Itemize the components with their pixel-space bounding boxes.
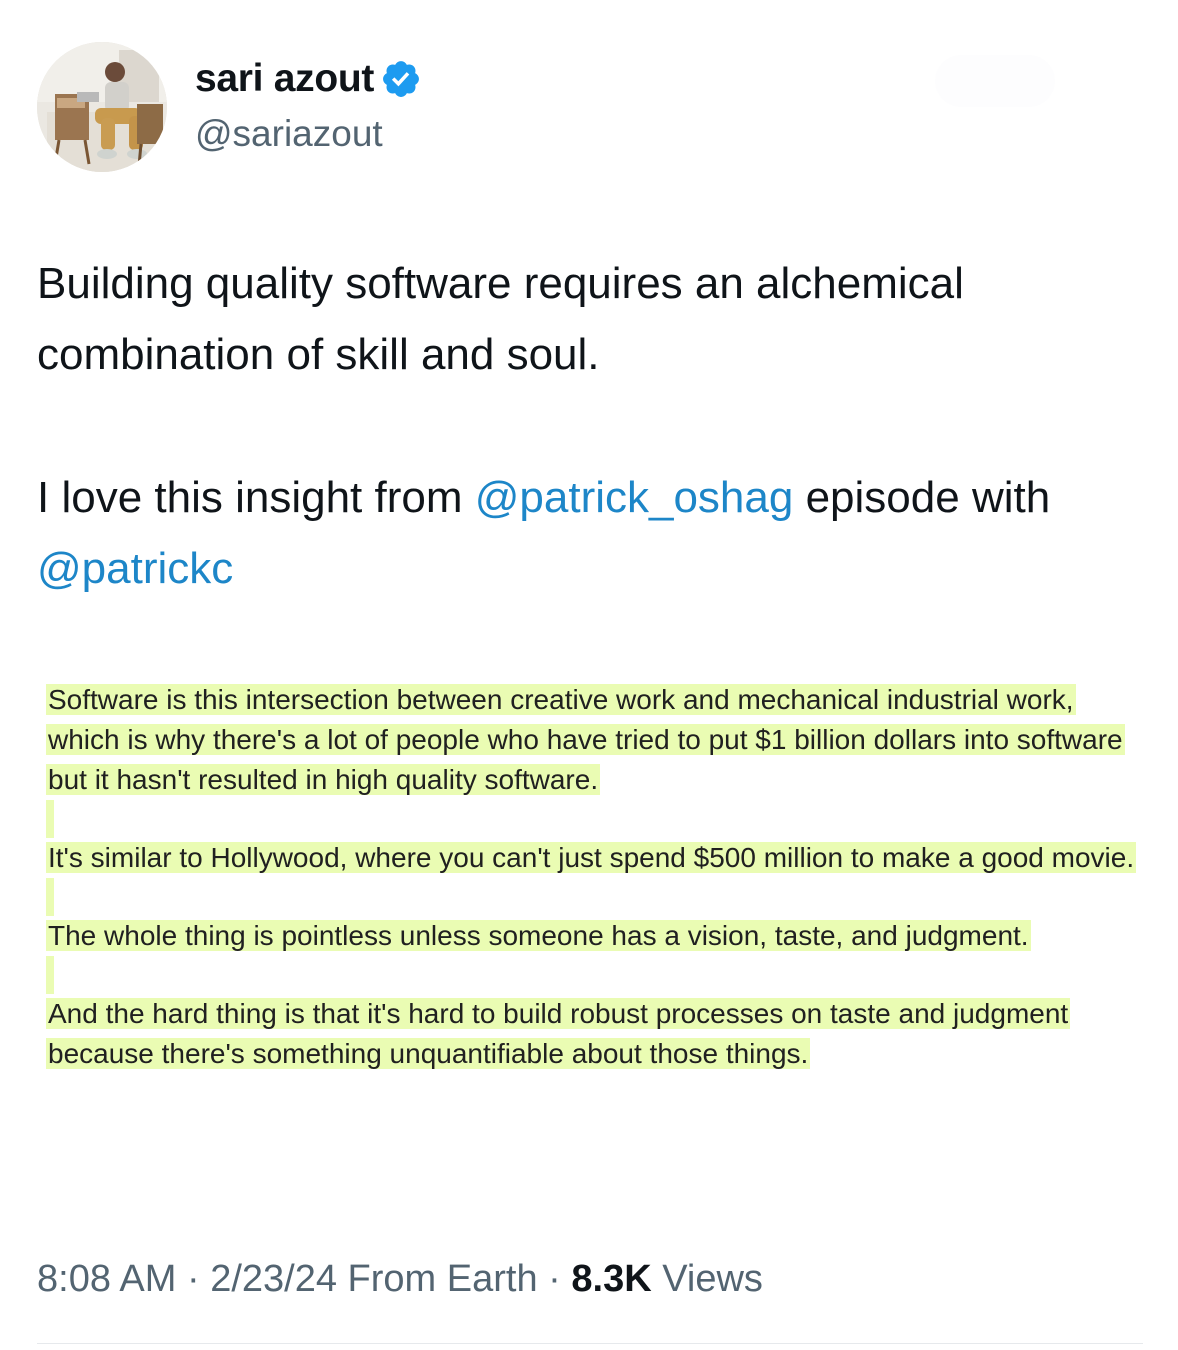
quote-paragraph: The whole thing is pointless unless some… bbox=[46, 916, 1146, 956]
tweet-time[interactable]: 8:08 AM bbox=[37, 1258, 176, 1300]
tweet-date[interactable]: 2/23/24 bbox=[210, 1258, 337, 1300]
avatar-photo bbox=[37, 42, 167, 172]
highlight-gap bbox=[46, 956, 54, 994]
quote-text: Software is this intersection between cr… bbox=[46, 684, 1125, 795]
mention-link-patrick-oshag[interactable]: @patrick_oshag bbox=[475, 473, 794, 522]
quote-image[interactable]: Software is this intersection between cr… bbox=[46, 680, 1146, 1074]
meta-separator: · bbox=[537, 1258, 572, 1300]
tweet-detail: sari azout @sariazout Building quality s… bbox=[0, 0, 1178, 1350]
quote-paragraph: Software is this intersection between cr… bbox=[46, 680, 1146, 800]
avatar[interactable] bbox=[37, 42, 167, 172]
tweet-paragraph-2: I love this insight from @patrick_oshag … bbox=[37, 462, 1147, 604]
highlight-gap bbox=[46, 800, 54, 838]
mention-link-patrickc[interactable]: @patrickc bbox=[37, 544, 233, 593]
views-label: Views bbox=[651, 1258, 763, 1300]
tweet-paragraph-1: Building quality software requires an al… bbox=[37, 259, 964, 379]
divider bbox=[37, 1343, 1143, 1344]
display-name[interactable]: sari azout bbox=[195, 57, 422, 101]
tweet-location: From Earth bbox=[337, 1258, 538, 1300]
user-handle[interactable]: @sariazout bbox=[195, 113, 383, 155]
tweet-text-segment: I love this insight from bbox=[37, 473, 475, 522]
tweet-metadata: 8:08 AM · 2/23/24 From Earth · 8.3K View… bbox=[37, 1258, 763, 1301]
views-count[interactable]: 8.3K bbox=[571, 1258, 651, 1300]
tweet-text-segment: episode with bbox=[793, 473, 1051, 522]
quote-text: The whole thing is pointless unless some… bbox=[46, 920, 1031, 951]
quote-text: It's similar to Hollywood, where you can… bbox=[46, 842, 1137, 873]
quote-paragraph: And the hard thing is that it's hard to … bbox=[46, 994, 1146, 1074]
quote-text: And the hard thing is that it's hard to … bbox=[46, 998, 1071, 1069]
more-options-button[interactable] bbox=[935, 55, 1055, 107]
meta-separator: · bbox=[176, 1258, 211, 1300]
verified-badge-icon[interactable] bbox=[380, 58, 422, 100]
display-name-text[interactable]: sari azout bbox=[195, 57, 374, 101]
tweet-text: Building quality software requires an al… bbox=[37, 248, 1147, 604]
highlight-gap bbox=[46, 878, 54, 916]
quote-paragraph: It's similar to Hollywood, where you can… bbox=[46, 838, 1146, 878]
